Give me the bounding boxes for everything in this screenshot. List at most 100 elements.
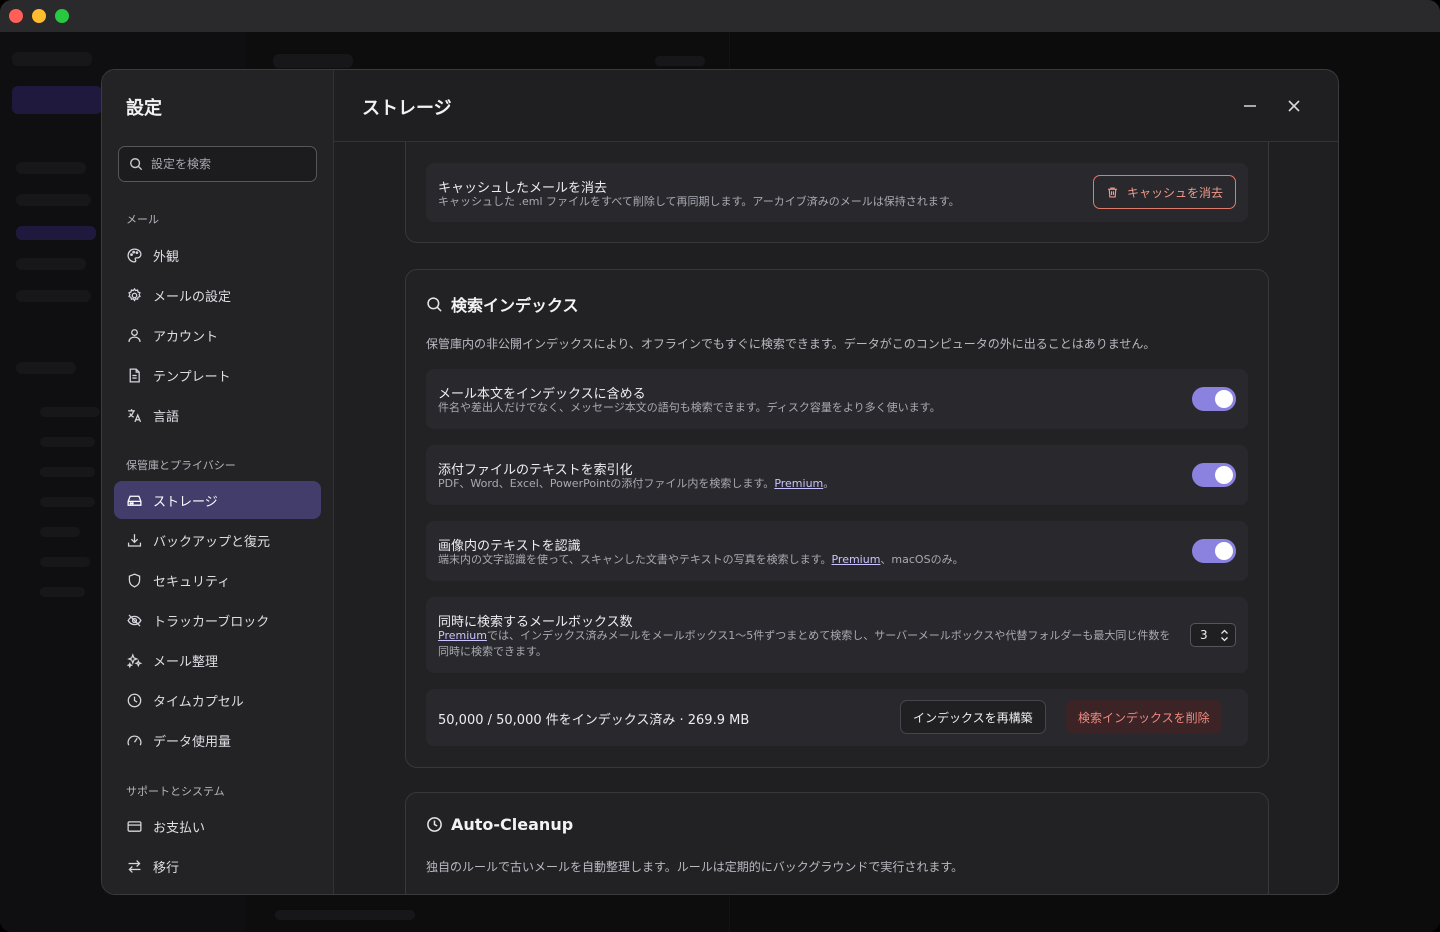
sidebar-item-data-usage[interactable]: データ使用量	[114, 721, 321, 759]
clock-icon	[127, 693, 142, 707]
sidebar-item-label: 移行	[153, 860, 180, 876]
sidebar-item-tracker-block[interactable]: トラッカーブロック	[114, 601, 321, 639]
index-attachments-toggle[interactable]	[1192, 463, 1236, 487]
index-body-toggle[interactable]	[1192, 387, 1236, 411]
title-bar	[0, 0, 1440, 32]
settings-search-field[interactable]	[118, 146, 317, 182]
image-ocr-toggle[interactable]	[1192, 539, 1236, 563]
shield-icon	[128, 572, 141, 588]
concurrent-mailboxes-desc: Premiumでは、インデックス済みメールをメールボックス1〜5件ずつまとめて検…	[438, 629, 1171, 658]
settings-search-input[interactable]	[151, 157, 311, 171]
concurrent-mailboxes-row: 同時に検索するメールボックス数 Premiumでは、インデックス済みメールをメー…	[426, 597, 1248, 673]
settings-dialog: 設定 メール 外観 メールの設定 アカウント テンプレート	[101, 69, 1339, 895]
page-title: ストレージ	[362, 98, 452, 119]
premium-link[interactable]: Premium	[438, 629, 487, 642]
sidebar-item-migration[interactable]: 移行	[114, 847, 321, 885]
sidebar-item-label: アカウント	[153, 329, 219, 345]
minimize-dialog-button[interactable]	[1238, 94, 1262, 118]
app-window: 設定 メール 外観 メールの設定 アカウント テンプレート	[0, 0, 1440, 932]
auto-cleanup-desc: 独自のルールで古いメールを自動整理します。ルールは定期的にバックグラウンドで実行…	[426, 860, 964, 874]
settings-title: 設定	[126, 98, 162, 119]
search-index-card: 検索インデックス 保管庫内の非公開インデックスにより、オフラインでもすぐに検索で…	[405, 269, 1269, 768]
index-status-row: 50,000 / 50,000 件をインデックス済み · 269.9 MB イン…	[426, 689, 1248, 746]
clear-cache-label: キャッシュを消去	[1126, 185, 1223, 200]
search-index-title: 検索インデックス	[451, 296, 579, 315]
delete-index-button[interactable]: 検索インデックスを削除	[1066, 700, 1222, 734]
sidebar-item-mail-settings[interactable]: メールの設定	[114, 276, 321, 314]
close-dialog-button[interactable]	[1282, 94, 1306, 118]
image-ocr-desc: 端末内の文字認識を使って、スキャンした文書やテキストの写真を検索します。Prem…	[438, 553, 964, 566]
user-icon	[128, 328, 141, 342]
sparkles-icon	[126, 652, 143, 668]
index-status-text: 50,000 / 50,000 件をインデックス済み · 269.9 MB	[438, 713, 750, 728]
clear-cache-row: キャッシュしたメールを消去 キャッシュした .eml ファイルをすべて削除して再…	[426, 163, 1248, 222]
settings-header: ストレージ	[334, 70, 1338, 142]
credit-card-icon	[127, 820, 142, 832]
premium-link[interactable]: Premium	[831, 553, 880, 566]
sidebar-item-label: テンプレート	[153, 369, 231, 385]
minimize-window-button[interactable]	[32, 9, 46, 23]
download-icon	[127, 533, 142, 547]
index-body-desc: 件名や差出人だけでなく、メッセージ本文の語句も検索できます。ディスク容量をより多…	[438, 401, 941, 414]
document-icon	[129, 367, 140, 383]
search-index-heading: 検索インデックス	[426, 292, 579, 316]
sidebar-item-label: メールの設定	[153, 289, 232, 305]
clear-cache-desc: キャッシュした .eml ファイルをすべて削除して再同期します。アーカイブ済みの…	[438, 195, 960, 208]
auto-cleanup-heading: Auto-Cleanup	[426, 815, 573, 834]
sidebar-item-label: メール整理	[153, 654, 219, 670]
close-icon	[1288, 100, 1300, 112]
rebuild-index-button[interactable]: インデックスを再構築	[900, 700, 1046, 734]
stepper-value: 3	[1200, 628, 1208, 642]
auto-cleanup-card: Auto-Cleanup 独自のルールで古いメールを自動整理します。ルールは定期…	[405, 792, 1269, 894]
sidebar-item-label: トラッカーブロック	[153, 614, 270, 630]
sidebar-item-account[interactable]: アカウント	[114, 316, 321, 354]
sidebar-item-appearance[interactable]: 外観	[114, 236, 321, 274]
sidebar-item-time-capsule[interactable]: タイムカプセル	[114, 681, 321, 719]
sidebar-item-label: セキュリティ	[153, 574, 231, 590]
search-index-desc: 保管庫内の非公開インデックスにより、オフラインでもすぐに検索できます。データがこ…	[426, 337, 1156, 351]
eye-off-icon	[127, 614, 142, 626]
trash-icon	[1108, 186, 1117, 198]
sidebar-item-label: データ使用量	[153, 734, 232, 750]
sidebar-item-security[interactable]: セキュリティ	[114, 561, 321, 599]
sidebar-item-label: ストレージ	[153, 494, 218, 510]
sidebar-item-label: タイムカプセル	[153, 694, 244, 710]
settings-scroll-area[interactable]: キャッシュしたメールを消去 キャッシュした .eml ファイルをすべて削除して再…	[334, 142, 1338, 894]
gear-icon	[128, 287, 141, 302]
palette-icon	[127, 247, 142, 263]
premium-link[interactable]: Premium	[774, 477, 823, 490]
sidebar-item-templates[interactable]: テンプレート	[114, 356, 321, 394]
sidebar-item-mail-cleanup[interactable]: メール整理	[114, 641, 321, 679]
index-attachments-row: 添付ファイルのテキストを索引化 PDF、Word、Excel、PowerPoin…	[426, 445, 1248, 505]
settings-main-panel: ストレージ キャッシュしたメールを消去 キャッシュした .eml ファイルをすべ…	[334, 70, 1338, 894]
sidebar-item-label: 外観	[153, 249, 180, 265]
clear-cache-button[interactable]: キャッシュを消去	[1092, 175, 1236, 209]
translate-icon	[128, 408, 142, 422]
arrows-swap-icon	[128, 859, 141, 873]
concurrent-mailboxes-stepper[interactable]: 3	[1190, 623, 1236, 647]
auto-cleanup-title: Auto-Cleanup	[451, 815, 574, 834]
search-icon	[130, 158, 143, 171]
search-icon	[427, 296, 442, 312]
group-label-vault-privacy: 保管庫とプライバシー	[126, 459, 236, 472]
image-ocr-row: 画像内のテキストを認識 端末内の文字認識を使って、スキャンした文書やテキストの写…	[426, 521, 1248, 581]
sidebar-item-label: 言語	[153, 409, 180, 425]
settings-sidebar: 設定 メール 外観 メールの設定 アカウント テンプレート	[102, 70, 334, 894]
close-window-button[interactable]	[9, 9, 23, 23]
sidebar-item-backup-restore[interactable]: バックアップと復元	[114, 521, 321, 559]
sidebar-item-language[interactable]: 言語	[114, 396, 321, 434]
group-label-mail: メール	[126, 213, 159, 226]
minus-icon	[1244, 105, 1256, 107]
gauge-icon	[127, 735, 142, 745]
chevron-up-down-icon	[1221, 629, 1228, 641]
index-attachments-desc: PDF、Word、Excel、PowerPointの添付ファイル内を検索します。…	[438, 477, 835, 490]
index-body-row: メール本文をインデックスに含める 件名や差出人だけでなく、メッセージ本文の語句も…	[426, 369, 1248, 429]
cache-card: キャッシュしたメールを消去 キャッシュした .eml ファイルをすべて削除して再…	[405, 142, 1269, 243]
sidebar-item-label: バックアップと復元	[153, 534, 271, 550]
zoom-window-button[interactable]	[55, 9, 69, 23]
sidebar-item-storage[interactable]: ストレージ	[114, 481, 321, 519]
drive-icon	[127, 495, 142, 506]
sidebar-item-label: お支払い	[153, 820, 206, 836]
clock-icon	[427, 817, 442, 832]
sidebar-item-billing[interactable]: お支払い	[114, 807, 321, 845]
